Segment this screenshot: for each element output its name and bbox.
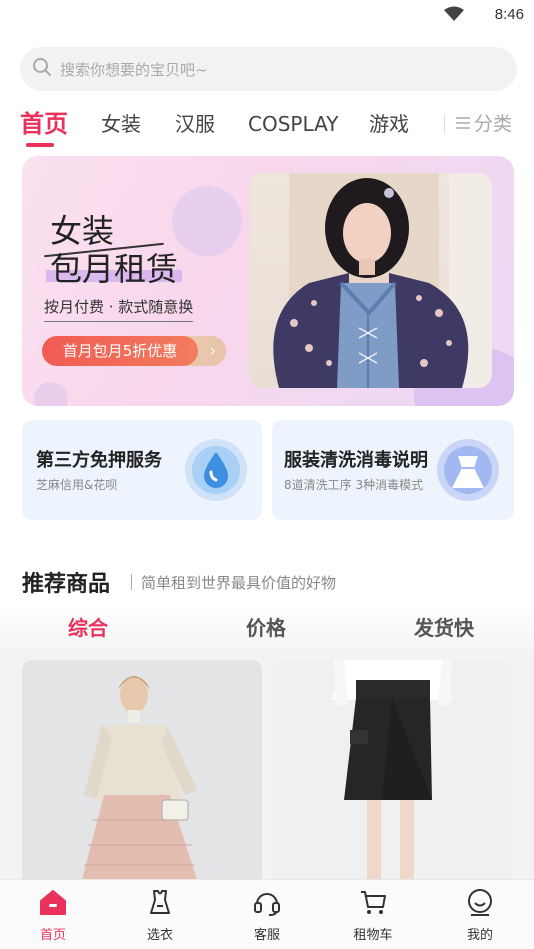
decor-dot	[34, 382, 68, 406]
nav-choose-clothes-label: 选衣	[146, 928, 173, 943]
product-image	[22, 660, 262, 880]
water-drop-icon	[184, 438, 248, 502]
recommend-subtitle: 简单租到世界最具价值的好物	[141, 574, 337, 592]
nav-home[interactable]: 首页	[13, 880, 93, 949]
tab-hanfu[interactable]: 汉服	[175, 104, 215, 144]
service-desc: 8道清洗工序 3种消毒模式	[284, 478, 424, 492]
search-icon	[32, 57, 52, 81]
service-title: 服装清洗消毒说明	[284, 450, 428, 471]
banner-model-photo	[249, 173, 492, 388]
tab-womens[interactable]: 女装	[101, 104, 141, 144]
sort-comprehensive[interactable]: 综合	[68, 612, 108, 641]
product-card[interactable]	[22, 660, 262, 880]
service-title: 第三方免押服务	[36, 450, 162, 471]
banner-subtitle: 按月付费 · 款式随意换	[44, 296, 194, 322]
service-card-cleaning[interactable]: 服装清洗消毒说明 8道清洗工序 3种消毒模式	[272, 420, 514, 520]
recommend-divider	[131, 574, 132, 590]
product-card[interactable]	[272, 660, 512, 880]
sort-fast-shipping[interactable]: 发货快	[414, 612, 474, 641]
nav-customer-service-label: 客服	[253, 928, 280, 943]
nav-home-label: 首页	[39, 928, 66, 943]
banner-title-line2: 包月租赁	[50, 250, 179, 288]
tab-category-label: 分类	[474, 113, 513, 135]
tab-games[interactable]: 游戏	[369, 104, 409, 144]
product-image	[272, 660, 512, 880]
category-tabs: 首页 女装 汉服 COSPLAY 游戏	[0, 104, 534, 154]
sort-price[interactable]: 价格	[246, 612, 286, 641]
menu-icon	[456, 104, 470, 144]
tab-category[interactable]: 分类	[456, 104, 512, 144]
promo-banner[interactable]: 女装 包月租赁 按月付费 · 款式随意换 首月包月5折优惠 ›	[22, 156, 514, 406]
search-bar[interactable]: 搜索你想要的宝贝吧~	[20, 47, 517, 91]
chevron-right-icon: ›	[209, 341, 216, 360]
decor-circle	[172, 186, 242, 256]
nav-choose-clothes[interactable]: 选衣	[120, 880, 200, 949]
nav-profile[interactable]: 我的	[440, 880, 520, 949]
tab-home[interactable]: 首页	[20, 104, 68, 144]
wifi-icon	[444, 6, 464, 26]
nav-profile-label: 我的	[466, 928, 493, 943]
service-desc: 芝麻信用&花呗	[36, 478, 118, 492]
tab-cosplay[interactable]: COSPLAY	[248, 104, 338, 144]
service-card-deposit-free[interactable]: 第三方免押服务 芝麻信用&花呗	[22, 420, 262, 520]
banner-cta-button[interactable]: 首月包月5折优惠 ›	[42, 336, 226, 366]
status-time: 8:46	[494, 6, 524, 23]
search-placeholder[interactable]: 搜索你想要的宝贝吧~	[60, 59, 208, 80]
nav-customer-service[interactable]: 客服	[227, 880, 307, 949]
nav-cart[interactable]: 租物车	[333, 880, 413, 949]
bottom-nav: 首页 选衣 客服 租物车 我的	[0, 879, 534, 949]
banner-cta-label: 首月包月5折优惠	[42, 336, 198, 366]
nav-cart-label: 租物车	[353, 928, 393, 943]
active-tab-indicator	[26, 143, 54, 147]
dress-icon	[436, 438, 500, 502]
tab-divider	[444, 114, 445, 134]
recommend-title: 推荐商品	[22, 572, 111, 597]
status-bar: 8:46	[0, 0, 534, 32]
